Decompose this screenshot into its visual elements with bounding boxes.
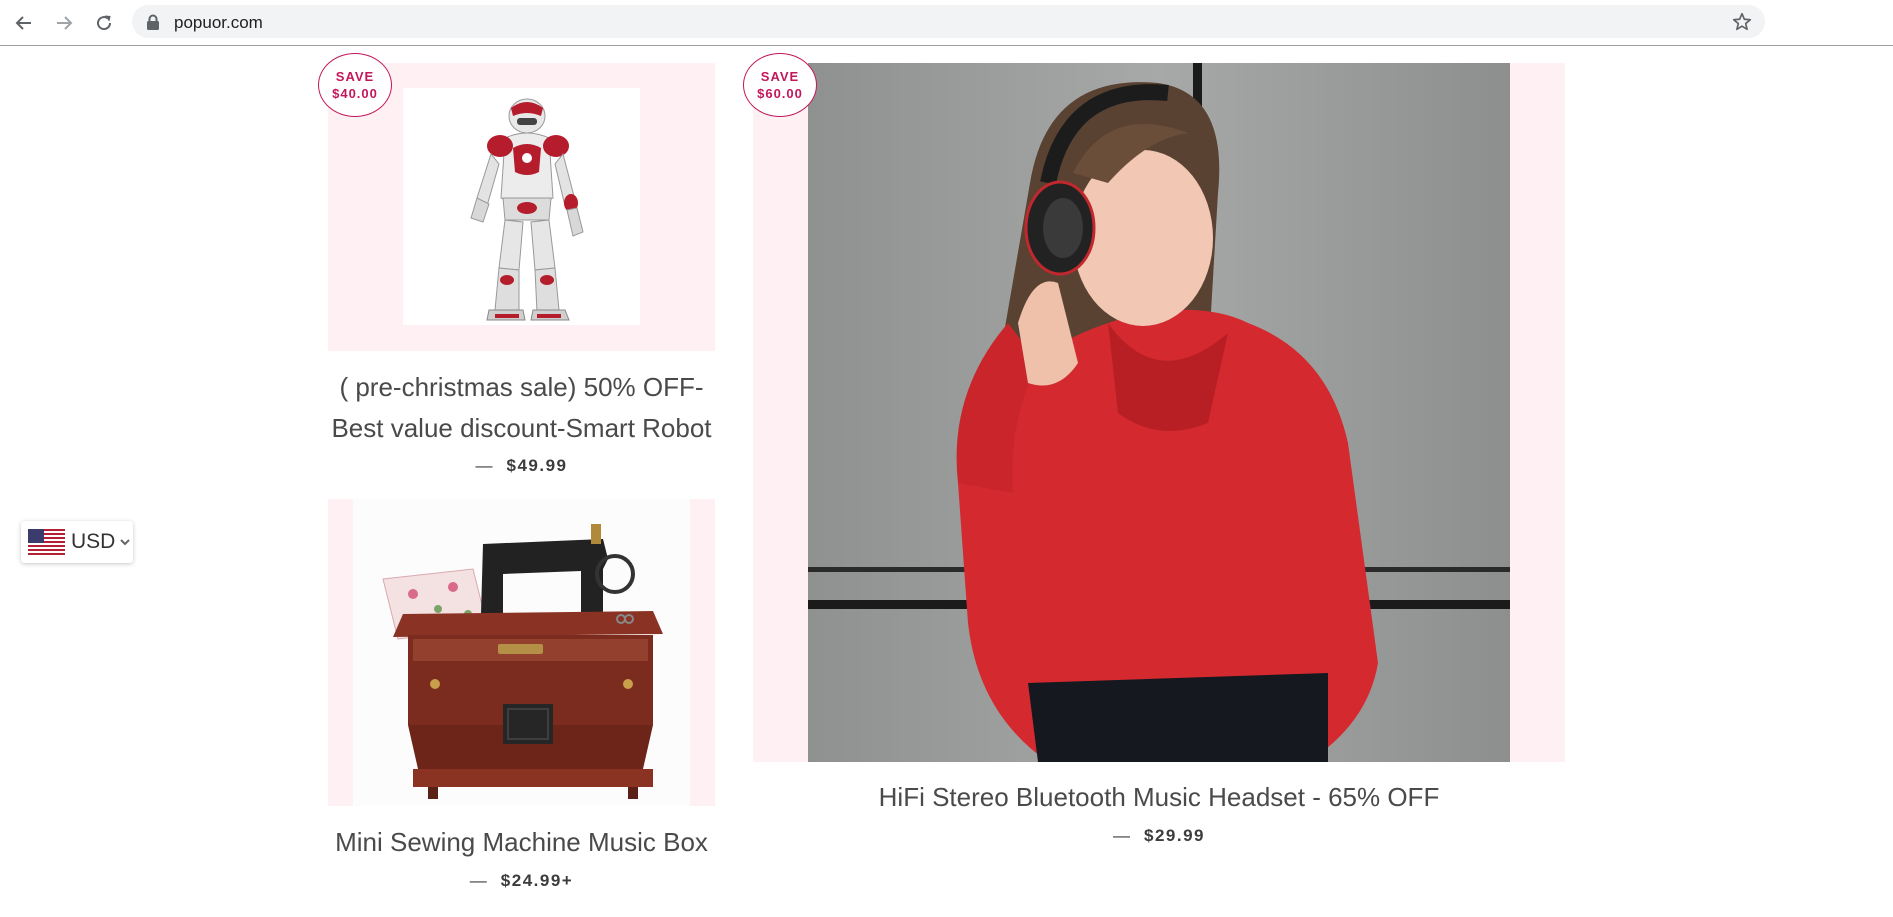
lock-icon (147, 14, 159, 30)
save-badge-amount: $60.00 (757, 86, 803, 101)
headset-photo (808, 63, 1510, 762)
reload-button[interactable] (87, 6, 121, 40)
product-title-line: HiFi Stereo Bluetooth Music Headset - 65… (878, 782, 1440, 812)
price-dash: — (475, 456, 493, 475)
product-title-line-2: Best value discount-Smart Robot (331, 413, 712, 443)
product-image-sewing-machine[interactable] (328, 499, 715, 806)
back-button[interactable] (7, 6, 41, 40)
product-title[interactable]: HiFi Stereo Bluetooth Music Headset - 65… (753, 777, 1565, 818)
us-flag-icon (28, 529, 65, 555)
robot-photo (403, 88, 640, 325)
browser-toolbar: popuor.com (0, 0, 1893, 46)
price-value: $24.99+ (500, 871, 574, 890)
sewing-machine-photo (353, 499, 690, 806)
save-badge: SAVE $40.00 (318, 53, 392, 117)
price-value: $49.99 (506, 456, 568, 475)
save-badge-amount: $40.00 (332, 86, 378, 101)
product-price: — $29.99 (753, 826, 1565, 846)
product-image-headset[interactable] (753, 63, 1565, 762)
product-price: — $24.99+ (310, 871, 733, 891)
product-price: — $49.99 (310, 456, 733, 476)
price-dash: — (469, 871, 487, 890)
url-text: popuor.com (174, 13, 263, 32)
star-icon[interactable] (1731, 11, 1753, 33)
price-dash: — (1113, 826, 1130, 845)
save-badge: SAVE $60.00 (743, 53, 817, 117)
price-value: $29.99 (1144, 826, 1205, 845)
product-title[interactable]: ( pre-christmas sale) 50% OFF- Best valu… (310, 367, 733, 449)
arrow-right-icon (57, 16, 73, 30)
reload-icon (97, 15, 112, 31)
currency-code: USD (71, 530, 116, 553)
save-badge-label: SAVE (335, 69, 375, 84)
chevron-down-icon (120, 539, 131, 546)
product-title-line-1: ( pre-christmas sale) 50% OFF- (339, 372, 704, 402)
arrow-left-icon (15, 16, 31, 30)
product-image-robot[interactable] (328, 63, 715, 351)
forward-button[interactable] (47, 6, 81, 40)
save-badge-label: SAVE (760, 69, 800, 84)
product-title[interactable]: Mini Sewing Machine Music Box (310, 822, 733, 863)
currency-selector[interactable]: USD (21, 521, 133, 563)
address-bar[interactable]: popuor.com (132, 5, 1765, 38)
product-title-line: Mini Sewing Machine Music Box (335, 827, 708, 857)
